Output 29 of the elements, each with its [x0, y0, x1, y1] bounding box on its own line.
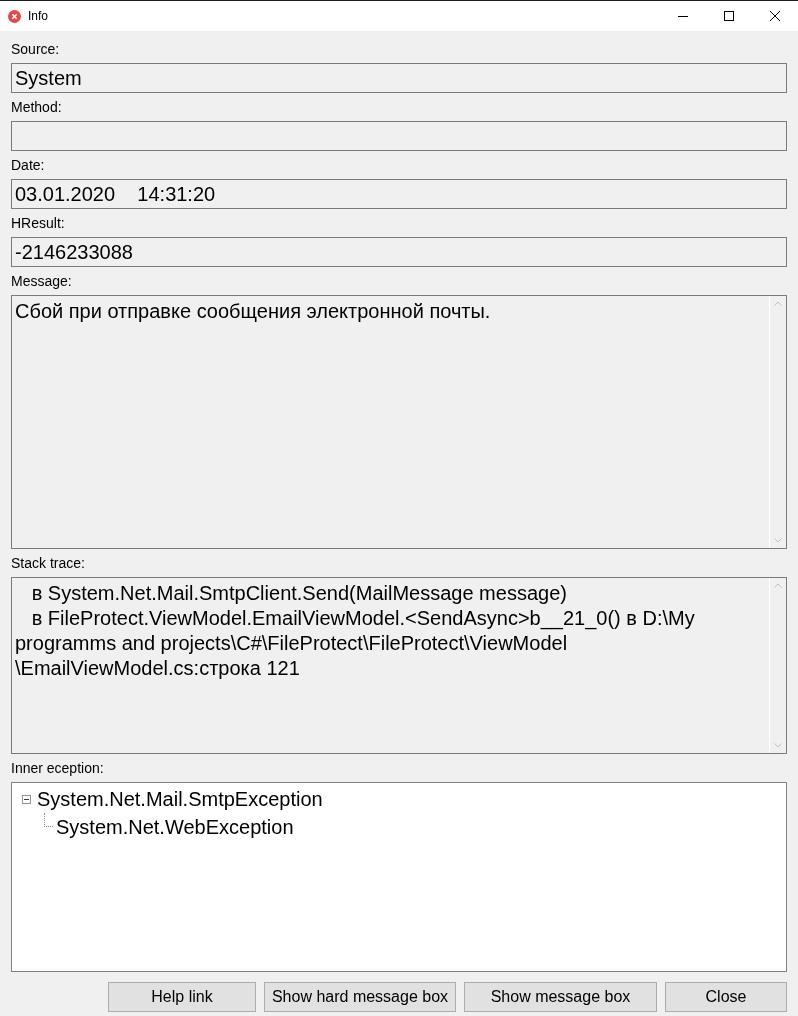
- error-icon: [8, 9, 21, 23]
- field-label: Date:: [11, 157, 45, 173]
- source-field[interactable]: System: [11, 63, 787, 93]
- stack-trace-text-area[interactable]: [11, 577, 787, 754]
- message-text: Сбой при отправке сообщения электронной почты.: [15, 300, 491, 322]
- help-link-button[interactable]: Help link: [108, 982, 256, 1012]
- method-field[interactable]: [11, 121, 787, 151]
- close-dialog-button[interactable]: Close: [665, 982, 787, 1012]
- field-label: Stack trace:: [11, 555, 85, 571]
- field-label: Message:: [11, 273, 72, 289]
- date-field[interactable]: 03.01.2020 14:31:20: [11, 179, 787, 209]
- tree-item[interactable]: System.Net.Mail.SmtpException: [37, 787, 323, 811]
- tree-connector: [44, 813, 53, 827]
- hresult-field[interactable]: -2146233088: [11, 237, 787, 267]
- close-icon: [770, 11, 780, 21]
- field-label: Source:: [11, 41, 60, 57]
- field-label: Inner eception:: [11, 760, 104, 776]
- field-label: HResult:: [11, 215, 65, 231]
- collapse-icon[interactable]: [22, 794, 31, 804]
- show-message-box-button[interactable]: Show message box: [464, 982, 657, 1012]
- maximize-icon: [724, 11, 734, 21]
- field-label: Method:: [11, 99, 62, 115]
- window-title: Info: [28, 9, 48, 23]
- message-text-area[interactable]: Сбой при отправке сообщения электронной почты.: [11, 295, 787, 549]
- exception-tree-view[interactable]: System.Net.Mail.SmtpException System.Net.WebException: [11, 782, 787, 972]
- show-hard-message-box-button[interactable]: Show hard message box: [264, 982, 456, 1012]
- stack-trace-text: в System.Net.Mail.SmtpClient.Send(MailMessage message) в FileProtect.ViewModel.EmailViewModel.<SendAsync>b__21_0() в D:\My programms and projects\C#\FileProtect\FileProtect\ViewModel \EmailViewModel.cs:строка 121: [15, 581, 695, 681]
- tree-item[interactable]: System.Net.WebException: [56, 815, 294, 839]
- minimize-icon: [678, 15, 688, 17]
